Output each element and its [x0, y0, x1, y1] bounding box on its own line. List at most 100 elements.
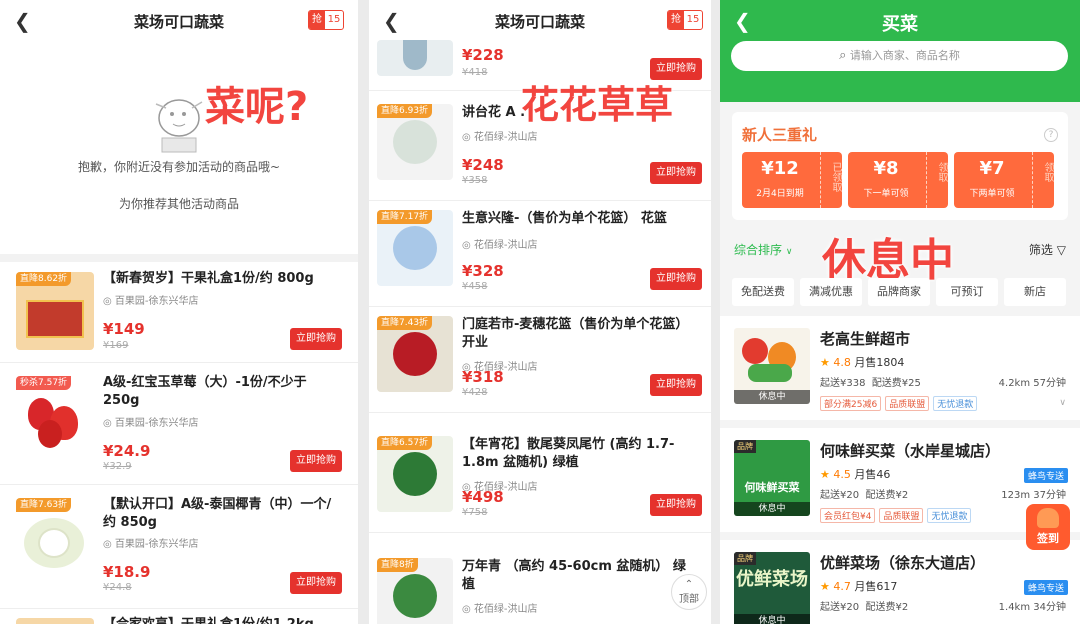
empty-bag-icon — [155, 99, 203, 153]
price: ¥328 — [462, 262, 504, 280]
delivery-fee: 配送费¥2 — [865, 490, 909, 501]
sign-in-label: 签到 — [1037, 532, 1059, 545]
panel-produce-empty: ❮ 菜场可口蔬菜 抢 15 菜呢? 抱歉，你附近没有参加活动的商品哦~ 为你推荐… — [0, 0, 358, 624]
empty-state: 菜呢? 抱歉，你附近没有参加活动的商品哦~ 为你推荐其他活动商品 — [0, 40, 358, 254]
buy-now-button[interactable]: 立即抢购 — [290, 328, 342, 350]
shop-label: 花佰绿-洪山店 — [473, 132, 538, 143]
product-image — [16, 618, 94, 624]
divider — [0, 608, 358, 609]
flash-sale-badge[interactable]: 抢 15 — [308, 10, 344, 30]
filter-label: 筛选 — [1028, 243, 1053, 257]
delivery-badge: 蜂鸟专送 — [1023, 468, 1068, 483]
buy-now-button[interactable]: 立即抢购 — [650, 268, 702, 290]
discount-tag: 直降8.62折 — [16, 272, 72, 286]
rating-value: 4.7 — [833, 580, 851, 593]
price: ¥18.9 — [103, 563, 151, 581]
chevron-down-icon[interactable]: ∨ — [1059, 398, 1066, 408]
original-price: ¥32.9 — [103, 461, 132, 472]
store-card[interactable]: 优鲜菜场 休息中 品牌 优鲜菜场（徐东大道店） ★ 4.7 月售617 蜂鸟专送… — [720, 540, 1080, 624]
store-card[interactable]: 休息中 老高生鲜超市 ★ 4.8 月售1804 起送¥338 配送费¥25 4.… — [720, 316, 1080, 420]
price: ¥498 — [462, 488, 504, 506]
price: ¥248 — [462, 156, 504, 174]
search-input[interactable]: ⌕ 请输入商家、商品名称 — [731, 41, 1068, 71]
header: ❮ 菜场可口蔬菜 抢 15 — [369, 0, 711, 40]
search-placeholder: 请输入商家、商品名称 — [849, 49, 960, 62]
panel-buy-groceries: ❮ 买菜 ⌕ 请输入商家、商品名称 新人三重礼 ? ¥12 2月4日到期 已领取… — [720, 0, 1080, 624]
delivery-info: 起送¥20 配送费¥2 — [820, 598, 908, 613]
original-price: ¥358 — [462, 175, 488, 186]
original-price: ¥758 — [462, 507, 488, 518]
product-name: 【新春贺岁】干果礼盒1份/约 800g — [103, 271, 314, 286]
monthly-sales: 月售1804 — [854, 356, 905, 369]
discount-tag: 秒杀7.57折 — [16, 376, 72, 390]
filter-chip[interactable]: 品牌商家 — [868, 278, 930, 306]
product-name: 生意兴隆-（售价为单个花篮） 花篮 — [462, 211, 667, 226]
promo-tag: 会员红包¥4 — [820, 508, 876, 523]
store-logo: 休息中 — [734, 328, 810, 404]
store-rating: ★ 4.5 月售46 — [820, 466, 890, 482]
logo-text: 何味鲜买菜 — [744, 481, 800, 494]
rating-value: 4.8 — [833, 356, 851, 369]
star-icon: ★ — [820, 356, 830, 369]
sort-bar: 综合排序 ∨ 筛选 ▽ — [720, 230, 1080, 268]
shop-label: 百果园-徐东兴华店 — [114, 539, 199, 550]
header: ❮ 菜场可口蔬菜 抢 15 — [0, 0, 358, 40]
buy-now-button[interactable]: 立即抢购 — [650, 374, 702, 396]
product-name: 【合家欢享】干果礼盒1份/约1.2kg — [103, 616, 343, 624]
delivery-fee: 配送费¥2 — [865, 602, 909, 613]
logo-text: 优鲜菜场 — [736, 569, 808, 590]
product-name: 门庭若市-麦穗花篮（售价为单个花篮）开业 — [462, 317, 689, 350]
coupon-status: 已领取 — [820, 152, 842, 208]
shop-label: 百果园-徐东兴华店 — [114, 418, 199, 429]
rating-value: 4.5 — [833, 468, 851, 481]
filter-chip[interactable]: 新店 — [1004, 278, 1066, 306]
new-user-title: 新人三重礼 — [742, 126, 818, 144]
shop-name: ◎ 花佰绿-洪山店 — [462, 240, 538, 251]
divider — [0, 484, 358, 485]
filter-chip[interactable]: 免配送费 — [732, 278, 794, 306]
promo-tag: 品质联盟 — [879, 508, 924, 523]
badge-label: 抢 — [668, 11, 684, 29]
shop-label: 百果园-徐东兴华店 — [114, 296, 199, 307]
divider — [369, 412, 711, 413]
product-image: 直降7.43折 — [377, 316, 453, 392]
back-to-top-button[interactable]: ⌃ 顶部 — [671, 574, 707, 610]
store-name: 老高生鲜超市 — [820, 330, 911, 348]
shop-name: ◎ 花佰绿-洪山店 — [462, 604, 538, 615]
panel-flowers: ¥228 ¥418 立即抢购 ❮ 菜场可口蔬菜 抢 15 花花草草 直降6.93… — [369, 0, 711, 624]
delivery-fee: 配送费¥25 — [871, 378, 921, 389]
filter-chip[interactable]: 满减优惠 — [800, 278, 862, 306]
original-price: ¥24.8 — [103, 582, 132, 593]
sort-dropdown[interactable]: 综合排序 ∨ — [734, 241, 792, 258]
original-price: ¥428 — [462, 387, 488, 398]
page-title: 菜场可口蔬菜 — [494, 13, 585, 31]
help-icon[interactable]: ? — [1044, 128, 1058, 142]
product-name: 【年宵花】散尾葵凤尾竹 (高约 1.7-1.8m 盆随机) 绿植 — [462, 437, 675, 470]
status-badge: 休息中 — [734, 502, 810, 516]
coupon-status: 领取 — [926, 152, 948, 208]
coupon-desc: 下一单可领 — [863, 189, 909, 199]
coupon-amount: ¥12 — [761, 158, 799, 179]
distance-time: 123m 37分钟 — [1001, 490, 1066, 501]
filter-chip[interactable]: 可预订 — [936, 278, 998, 306]
filter-button[interactable]: 筛选 ▽ — [1029, 241, 1066, 258]
coupon-card[interactable]: ¥12 2月4日到期 已领取 — [742, 152, 842, 208]
sign-in-button[interactable]: 签到 — [1026, 504, 1070, 550]
shop-label: 花佰绿-洪山店 — [473, 604, 538, 615]
recommend-heading: 为你推荐其他活动商品 — [118, 197, 239, 211]
coupon-amount: ¥8 — [873, 158, 899, 179]
coupon-card[interactable]: ¥8 下一单可领 领取 — [848, 152, 948, 208]
flash-sale-badge[interactable]: 抢 15 — [667, 10, 703, 30]
buy-now-button[interactable]: 立即抢购 — [290, 572, 342, 594]
min-order: 起送¥20 — [820, 490, 860, 501]
buy-now-button[interactable]: 立即抢购 — [290, 450, 342, 472]
buy-now-button[interactable]: 立即抢购 — [650, 162, 702, 184]
price: ¥149 — [103, 320, 145, 338]
page-title: 买菜 — [882, 14, 918, 35]
buy-now-button[interactable]: 立即抢购 — [650, 494, 702, 516]
coupon-card[interactable]: ¥7 下两单可领 领取 — [954, 152, 1054, 208]
product-name: 万年青 （高约 45-60cm 盆随机） 绿植 — [462, 559, 686, 592]
funnel-icon: ▽ — [1056, 243, 1066, 257]
store-tags: 会员红包¥4 品质联盟 无忧退款 — [820, 508, 975, 523]
product-image — [377, 40, 453, 76]
